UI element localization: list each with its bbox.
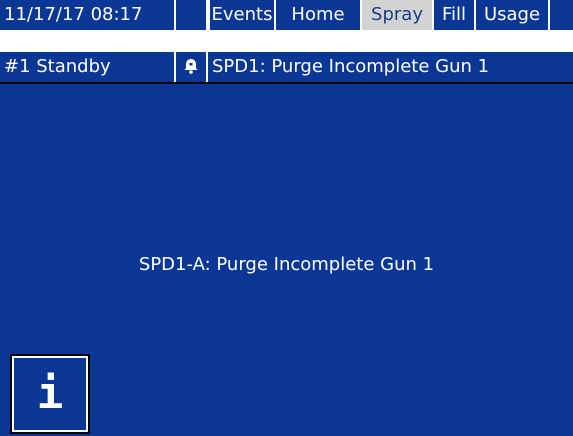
info-status-bar: #1 Standby SPD1: Purge Incomplete Gun 1 [0,50,573,82]
tab-usage[interactable]: Usage [476,0,548,30]
tab-overflow[interactable] [550,0,573,30]
main-panel: SPD1-A: Purge Incomplete Gun 1 i [0,82,573,436]
datetime-display: 11/17/17 08:17 [0,0,174,30]
info-icon: i [36,368,64,419]
top-status-bar: 11/17/17 08:17 Events Home Spray Fill Us… [0,0,573,30]
alarm-message: SPD1: Purge Incomplete Gun 1 [208,50,573,82]
bell-icon [182,56,200,75]
tab-home[interactable]: Home [276,0,360,30]
error-message: SPD1-A: Purge Incomplete Gun 1 [138,254,435,275]
tab-spray[interactable]: Spray [362,0,432,30]
system-status: #1 Standby [0,50,174,82]
display-screen: 11/17/17 08:17 Events Home Spray Fill Us… [0,0,573,436]
tab-events[interactable]: Events [210,0,274,30]
tab-fill[interactable]: Fill [434,0,474,30]
info-button[interactable]: i [10,354,90,434]
alarm-indicator [176,50,206,82]
blank-status-cell [176,0,206,30]
